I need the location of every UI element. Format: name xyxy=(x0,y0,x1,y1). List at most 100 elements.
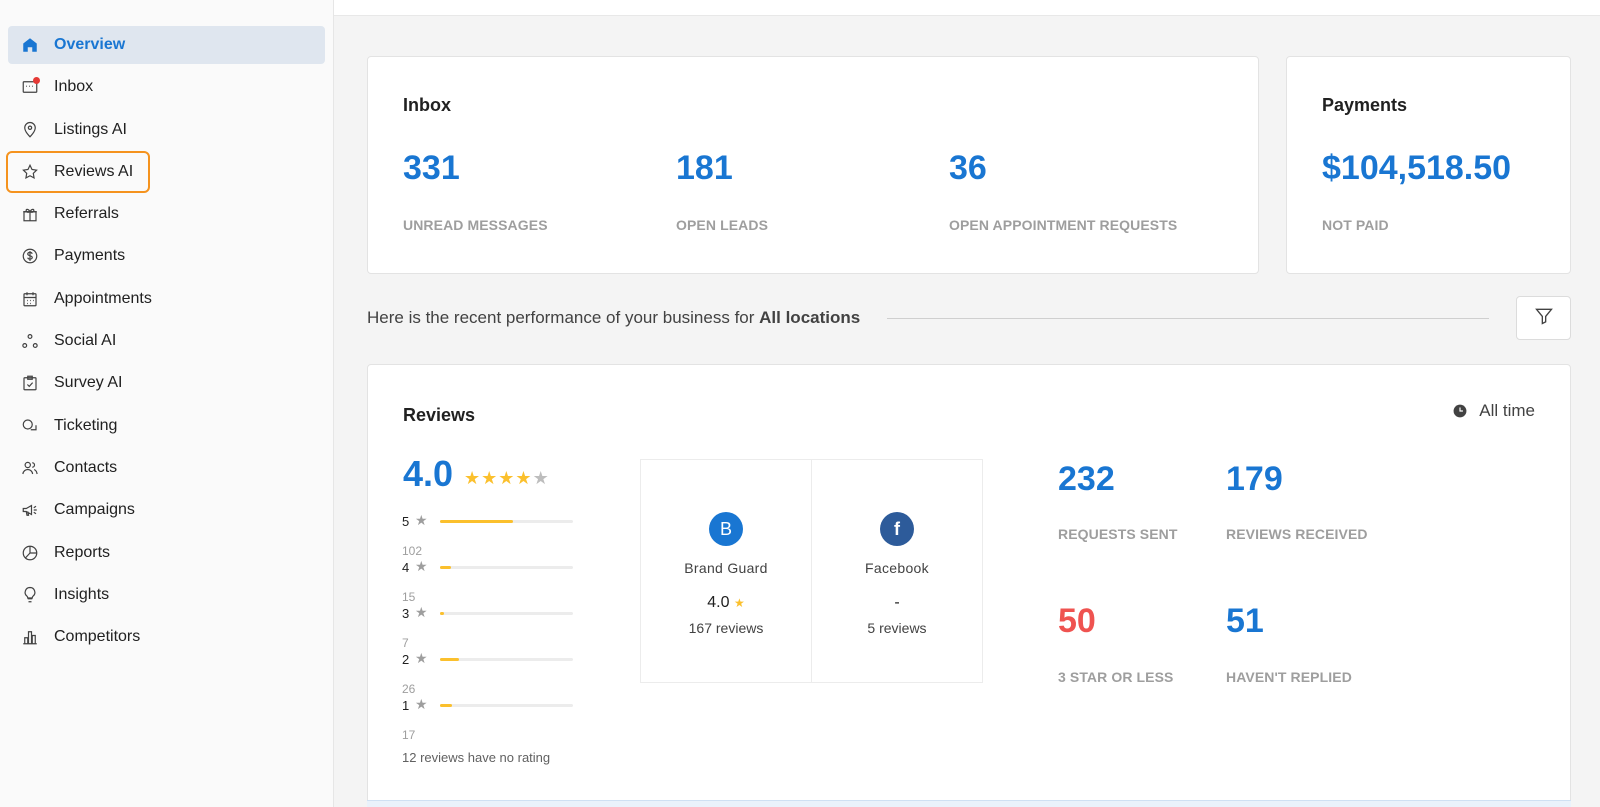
sidebar-item-label: Insights xyxy=(54,585,110,603)
sidebar-item-referrals[interactable]: Referrals xyxy=(8,195,325,233)
performance-row: Here is the recent performance of your b… xyxy=(367,296,1571,340)
pie-chart-icon xyxy=(20,543,40,563)
sidebar-item-label: Reports xyxy=(54,543,111,561)
rating-star-number: 4 xyxy=(402,560,410,575)
open-leads-label: OPEN LEADS xyxy=(676,217,769,233)
time-range-selector[interactable]: All time xyxy=(1453,401,1535,421)
contacts-icon xyxy=(20,458,40,478)
source-name: Brand Guard xyxy=(684,560,768,576)
reviews-received-value[interactable]: 179 xyxy=(1226,460,1283,499)
sidebar-item-label: Reviews AI xyxy=(54,162,134,180)
rating-star-number: 3 xyxy=(402,606,410,621)
chat-bubbles-icon xyxy=(20,416,40,436)
rating-row-3[interactable]: 3 ★ xyxy=(402,604,577,621)
unread-messages-value[interactable]: 331 xyxy=(403,149,460,188)
star-icon: ★ xyxy=(415,604,428,620)
star-filled-icon: ★ xyxy=(464,468,482,488)
sidebar-item-label: Ticketing xyxy=(54,416,118,434)
survey-icon xyxy=(20,373,40,393)
open-appointment-requests-label: OPEN APPOINTMENT REQUESTS xyxy=(949,217,1178,233)
open-appointment-requests-value[interactable]: 36 xyxy=(949,149,987,188)
rating-row-5[interactable]: 5 ★ xyxy=(402,512,577,529)
facebook-icon: f xyxy=(880,512,914,546)
source-brand-guard[interactable]: B Brand Guard 4.0 ★ 167 reviews xyxy=(640,459,812,683)
performance-text: Here is the recent performance of your b… xyxy=(367,308,860,328)
location-scope[interactable]: All locations xyxy=(759,308,860,327)
star-icon xyxy=(20,162,40,182)
sidebar-item-label: Competitors xyxy=(54,628,141,646)
rating-bar-track xyxy=(440,520,573,523)
havent-replied-value[interactable]: 51 xyxy=(1226,602,1264,641)
gift-icon xyxy=(20,204,40,224)
sidebar-item-payments[interactable]: Payments xyxy=(8,237,325,275)
sidebar-item-label: Inbox xyxy=(54,78,94,96)
home-icon xyxy=(20,35,40,55)
havent-replied-label: HAVEN'T REPLIED xyxy=(1226,669,1352,685)
star-empty-icon: ★ xyxy=(532,468,550,488)
star-icon: ★ xyxy=(733,596,745,610)
star-icon: ★ xyxy=(415,696,428,712)
sidebar-item-appointments[interactable]: Appointments xyxy=(8,280,325,318)
no-rating-text: 12 reviews have no rating xyxy=(402,750,551,765)
requests-sent-label: REQUESTS SENT xyxy=(1058,526,1178,542)
star-filled-icon: ★ xyxy=(498,468,516,488)
sidebar-item-label: Overview xyxy=(54,36,126,53)
unread-messages-label: UNREAD MESSAGES xyxy=(403,217,548,233)
rating-bar-fill xyxy=(440,658,459,661)
rating-bar-fill xyxy=(440,520,514,523)
not-paid-value[interactable]: $104,518.50 xyxy=(1322,149,1511,188)
sidebar-item-campaigns[interactable]: Campaigns xyxy=(8,491,325,529)
requests-sent-value[interactable]: 232 xyxy=(1058,460,1115,499)
megaphone-icon xyxy=(20,500,40,520)
sidebar-item-inbox[interactable]: Inbox xyxy=(8,68,325,106)
rating-row-1[interactable]: 1 ★ xyxy=(402,696,577,713)
rating-row-4[interactable]: 4 ★ xyxy=(402,558,577,575)
rating-star-number: 2 xyxy=(402,652,410,667)
source-review-count: 5 reviews xyxy=(867,620,927,636)
sidebar-item-listings-ai[interactable]: Listings AI xyxy=(8,111,325,149)
sidebar-item-survey-ai[interactable]: Survey AI xyxy=(8,364,325,402)
source-facebook[interactable]: f Facebook - 5 reviews xyxy=(811,459,983,683)
filter-button[interactable] xyxy=(1516,296,1571,340)
brand-guard-icon: B xyxy=(709,512,743,546)
sidebar-item-reviews-ai[interactable]: Reviews AI xyxy=(6,150,150,193)
rating-bar-fill xyxy=(440,704,452,707)
open-leads-value[interactable]: 181 xyxy=(676,149,733,188)
top-bar xyxy=(334,0,1600,16)
lightbulb-icon xyxy=(20,585,40,605)
sidebar-item-competitors[interactable]: Competitors xyxy=(8,618,325,656)
filter-icon xyxy=(1534,306,1554,331)
performance-intro: Here is the recent performance of your b… xyxy=(367,308,755,327)
rating-count: 15 xyxy=(402,590,416,604)
rating-bar-track xyxy=(440,566,573,569)
sidebar-item-ticketing[interactable]: Ticketing xyxy=(8,407,325,445)
sidebar-item-social-ai[interactable]: Social AI xyxy=(8,322,325,360)
source-name: Facebook xyxy=(865,560,929,576)
sidebar-item-reports[interactable]: Reports xyxy=(8,534,325,572)
payments-card: Payments $104,518.50 NOT PAID xyxy=(1286,56,1571,274)
average-rating: 4.0 xyxy=(403,453,454,494)
sidebar-item-label: Social AI xyxy=(54,332,117,350)
rating-bar-fill xyxy=(440,612,444,615)
time-range-label: All time xyxy=(1479,401,1535,420)
inbox-icon xyxy=(20,77,40,97)
star-icon: ★ xyxy=(415,650,428,666)
rating-bar-fill xyxy=(440,566,451,569)
card-bottom-edge xyxy=(367,800,1571,807)
reviews-card-title: Reviews xyxy=(403,405,476,425)
three-star-or-less-value[interactable]: 50 xyxy=(1058,602,1096,641)
sidebar-item-overview[interactable]: Overview xyxy=(8,26,325,64)
rating-star-number: 5 xyxy=(402,514,410,529)
sidebar-item-label: Contacts xyxy=(54,458,118,476)
dollar-circle-icon xyxy=(20,246,40,266)
average-stars: ★★★★★ xyxy=(464,468,550,489)
location-pin-icon xyxy=(20,120,40,140)
rating-row-2[interactable]: 2 ★ xyxy=(402,650,577,667)
rating-bar-track xyxy=(440,658,573,661)
bar-chart-icon xyxy=(20,627,40,647)
sidebar-item-label: Survey AI xyxy=(54,374,123,392)
rating-bar-track xyxy=(440,704,573,707)
social-icon xyxy=(20,331,40,351)
sidebar-item-insights[interactable]: Insights xyxy=(8,576,325,614)
sidebar-item-contacts[interactable]: Contacts xyxy=(8,449,325,487)
